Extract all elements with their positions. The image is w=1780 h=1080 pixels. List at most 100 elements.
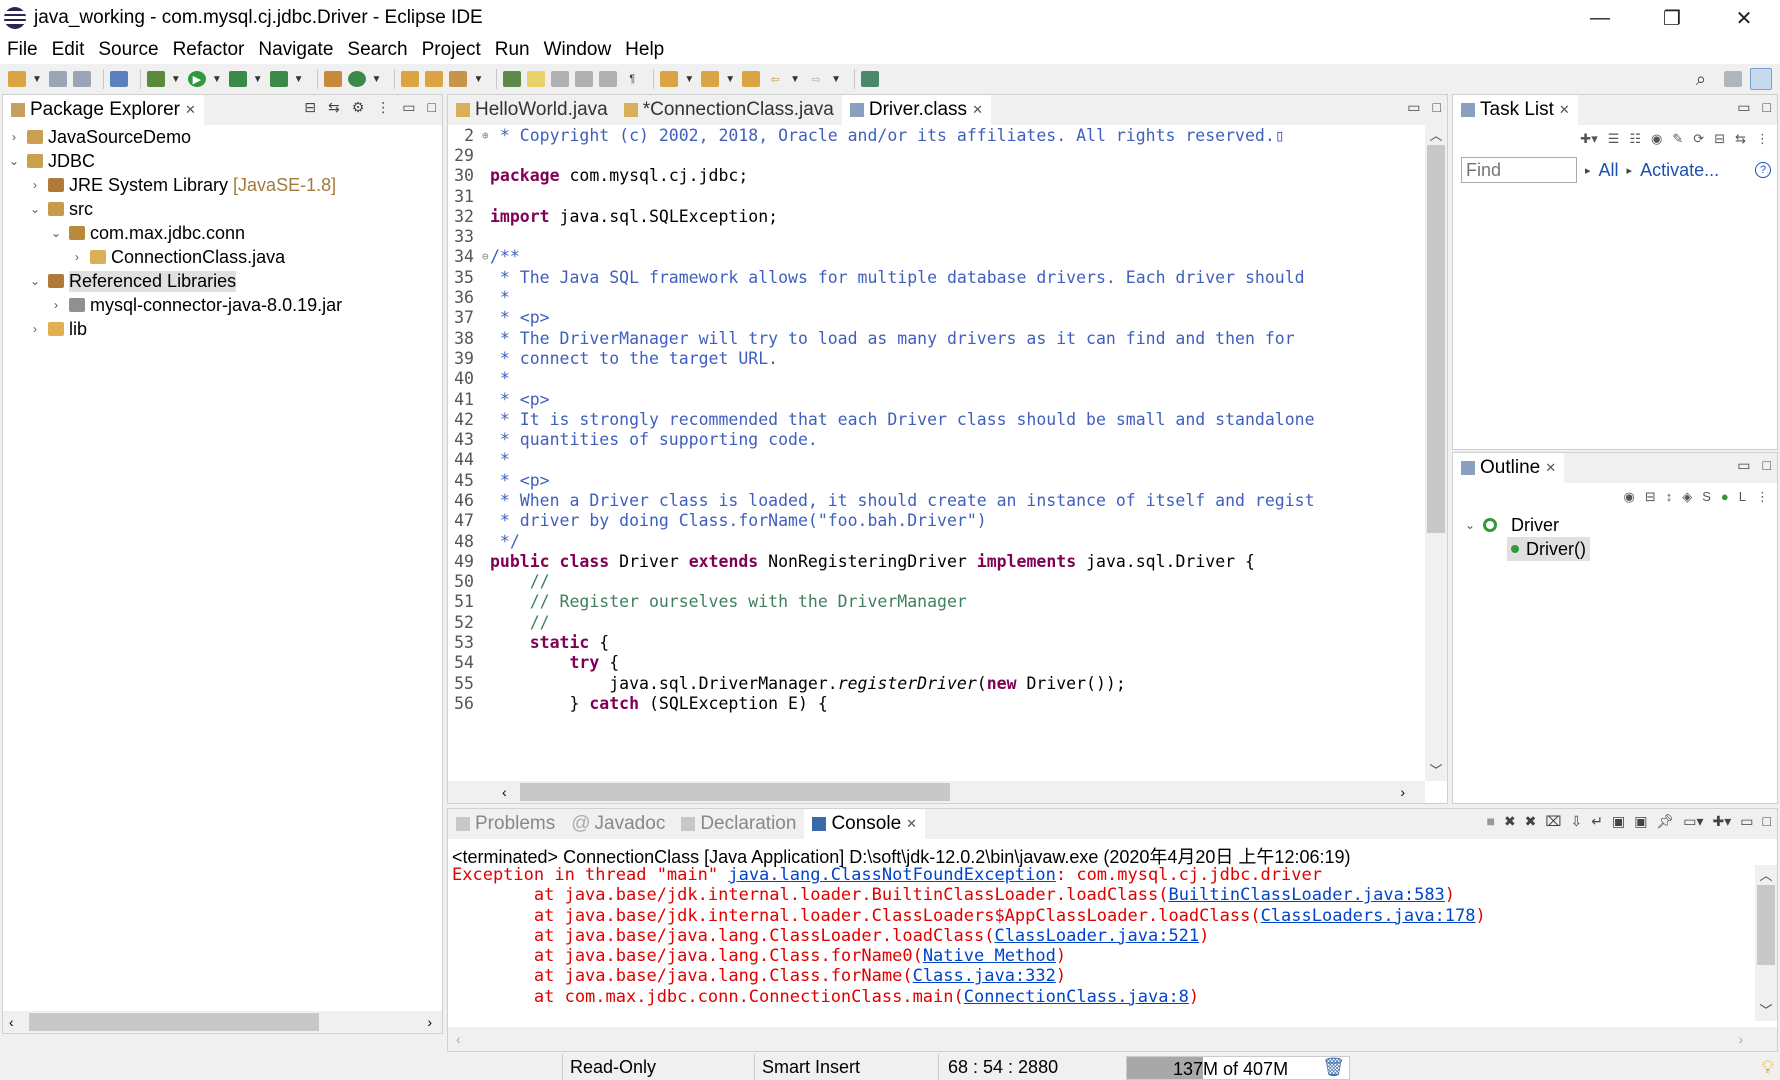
menu-run[interactable]: Run bbox=[488, 39, 537, 61]
filters-icon[interactable]: ⚙ bbox=[352, 99, 365, 116]
garbage-collect-icon[interactable]: 🗑︎ bbox=[1322, 1057, 1345, 1078]
horizontal-scrollbar[interactable]: ‹ › bbox=[3, 1011, 442, 1033]
dropdown-icon[interactable]: ▼ bbox=[372, 74, 382, 85]
tab-connectionclass[interactable]: *ConnectionClass.java bbox=[616, 95, 842, 125]
new-icon[interactable] bbox=[8, 71, 26, 87]
activate-link[interactable]: Activate... bbox=[1640, 160, 1719, 181]
display-console-icon[interactable]: ▭▾ bbox=[1683, 813, 1703, 830]
menu-window[interactable]: Window bbox=[537, 39, 619, 61]
open-type-icon[interactable] bbox=[401, 71, 420, 87]
minimize-view-icon[interactable]: ▭ bbox=[1407, 99, 1420, 116]
menu-search[interactable]: Search bbox=[340, 39, 414, 61]
maximize-view-icon[interactable]: □ bbox=[1763, 813, 1771, 830]
tab-driver-class[interactable]: Driver.class ✕ bbox=[841, 95, 991, 125]
view-menu-icon[interactable]: ⋮ bbox=[1756, 131, 1769, 147]
hide-fields-icon[interactable]: ◈ bbox=[1682, 489, 1692, 505]
collapse-all-icon[interactable]: ⊟ bbox=[304, 99, 316, 116]
chevron-down-icon[interactable]: ⌄ bbox=[28, 202, 42, 216]
collapse-icon[interactable]: ⊟ bbox=[1714, 131, 1725, 147]
notification-icon[interactable]: 💡︎ bbox=[1761, 1057, 1774, 1078]
chevron-down-icon[interactable]: ⌄ bbox=[49, 226, 63, 240]
scroll-right-icon[interactable]: › bbox=[1400, 784, 1405, 800]
next-annotation-icon[interactable] bbox=[660, 71, 679, 87]
categorized-icon[interactable]: ☰ bbox=[1608, 131, 1620, 147]
task-find-input[interactable] bbox=[1461, 157, 1577, 183]
last-edit-icon[interactable] bbox=[742, 71, 761, 87]
show-whitespace-icon[interactable] bbox=[599, 71, 618, 87]
menu-refactor[interactable]: Refactor bbox=[166, 39, 252, 61]
tab-console[interactable]: Console ✕ bbox=[804, 809, 926, 839]
all-link[interactable]: All bbox=[1599, 160, 1619, 181]
scroll-thumb[interactable] bbox=[1757, 885, 1775, 965]
remove-all-icon[interactable]: ✖ bbox=[1525, 813, 1537, 830]
close-icon[interactable]: ✕ bbox=[972, 102, 983, 118]
save-icon[interactable] bbox=[48, 71, 67, 87]
toggle-breadcrumb-icon[interactable] bbox=[503, 71, 522, 87]
tab-declaration[interactable]: Declaration bbox=[673, 809, 804, 839]
open-resource-icon[interactable] bbox=[425, 71, 444, 87]
external-tools-icon[interactable] bbox=[269, 71, 288, 87]
word-wrap-icon[interactable] bbox=[575, 71, 594, 87]
scroll-left-icon[interactable]: ‹ bbox=[456, 1031, 461, 1047]
vertical-scrollbar[interactable]: ︿ ﹀ bbox=[1425, 125, 1447, 781]
focus-icon[interactable]: ◉ bbox=[1623, 489, 1634, 505]
dropdown-icon[interactable]: ▼ bbox=[171, 74, 181, 85]
scroll-thumb[interactable] bbox=[520, 783, 950, 801]
sort-icon[interactable]: ↕ bbox=[1666, 489, 1673, 505]
search-icon[interactable]: ⌕ bbox=[1696, 69, 1706, 90]
dropdown-icon[interactable]: ▼ bbox=[725, 74, 735, 85]
scroll-left-icon[interactable]: ‹ bbox=[502, 784, 507, 800]
scroll-down-icon[interactable]: ﹀ bbox=[1425, 760, 1447, 779]
console-horizontal-scrollbar[interactable]: ‹ › bbox=[448, 1027, 1777, 1051]
scroll-right-icon[interactable]: › bbox=[427, 1014, 432, 1030]
help-icon[interactable]: ? bbox=[1755, 162, 1771, 178]
scheduled-icon[interactable]: ☷ bbox=[1629, 131, 1641, 147]
close-icon[interactable]: ✕ bbox=[1545, 460, 1556, 476]
restore-icon[interactable]: ❐ bbox=[1636, 0, 1708, 36]
minimize-view-icon[interactable]: ▭ bbox=[402, 99, 415, 116]
new-class-icon[interactable] bbox=[347, 71, 366, 87]
tab-problems[interactable]: Problems bbox=[448, 809, 563, 839]
horizontal-scrollbar[interactable]: ‹ › bbox=[448, 781, 1425, 803]
close-icon[interactable]: ✕ bbox=[1559, 102, 1570, 118]
chevron-right-icon[interactable]: › bbox=[7, 130, 21, 144]
tree-item[interactable]: ⌄ src bbox=[3, 197, 442, 221]
menu-source[interactable]: Source bbox=[91, 39, 165, 61]
sync-icon[interactable]: ⟳ bbox=[1693, 131, 1704, 147]
open-console-icon[interactable]: ✚▾ bbox=[1713, 813, 1732, 830]
maximize-view-icon[interactable]: □ bbox=[1433, 99, 1441, 116]
word-wrap-icon[interactable]: ↵ bbox=[1591, 813, 1603, 830]
maximize-view-icon[interactable]: □ bbox=[428, 99, 436, 116]
tree-item[interactable]: › JRE System Library [JavaSE-1.8] bbox=[3, 173, 442, 197]
remove-launch-icon[interactable]: ✖ bbox=[1504, 813, 1516, 830]
hide-nonpublic-icon[interactable]: ● bbox=[1721, 489, 1729, 505]
tree-item[interactable]: ⌄ Referenced Libraries bbox=[3, 269, 442, 293]
scroll-left-icon[interactable]: ‹ bbox=[9, 1014, 14, 1030]
minimize-view-icon[interactable]: ▭ bbox=[1740, 813, 1753, 830]
outline-class-row[interactable]: ⌄ Driver bbox=[1463, 513, 1590, 537]
pin-console-icon[interactable]: 📌︎ bbox=[1656, 813, 1674, 830]
heap-status[interactable]: 137M of 407M 🗑︎ bbox=[1126, 1056, 1350, 1080]
block-selection-icon[interactable] bbox=[551, 71, 570, 87]
view-menu-icon[interactable]: ⋮ bbox=[376, 99, 390, 116]
maximize-view-icon[interactable]: □ bbox=[1763, 99, 1771, 116]
pin-editor-icon[interactable] bbox=[860, 71, 879, 87]
console-output[interactable]: Exception in thread "main" java.lang.Cla… bbox=[452, 865, 1747, 1021]
scroll-right-icon[interactable]: › bbox=[1738, 1031, 1743, 1047]
terminate-icon[interactable]: ■ bbox=[1486, 813, 1494, 830]
tab-package-explorer[interactable]: Package Explorer ✕ bbox=[3, 95, 204, 125]
link-icon[interactable]: ⇆ bbox=[1735, 131, 1746, 147]
previous-annotation-icon[interactable] bbox=[701, 71, 720, 87]
save-all-icon[interactable] bbox=[72, 71, 91, 87]
chevron-down-icon[interactable]: ⌄ bbox=[7, 154, 21, 168]
link-with-editor-icon[interactable]: ⇆ bbox=[328, 99, 340, 116]
close-icon[interactable]: ✕ bbox=[185, 102, 196, 118]
chevron-down-icon[interactable]: ⌄ bbox=[1463, 518, 1477, 532]
tree-item[interactable]: › mysql-connector-java-8.0.19.jar bbox=[3, 293, 442, 317]
dropdown-icon[interactable]: ▼ bbox=[684, 74, 694, 85]
scroll-lock-icon[interactable]: ⇩ bbox=[1571, 813, 1583, 830]
code-area[interactable]: 2 ⊕ * Copyright (c) 2002, 2018, Oracle an… bbox=[448, 125, 1425, 781]
debug-icon[interactable] bbox=[146, 71, 165, 87]
coverage-icon[interactable] bbox=[228, 71, 247, 87]
dropdown-icon[interactable]: ▼ bbox=[253, 74, 263, 85]
